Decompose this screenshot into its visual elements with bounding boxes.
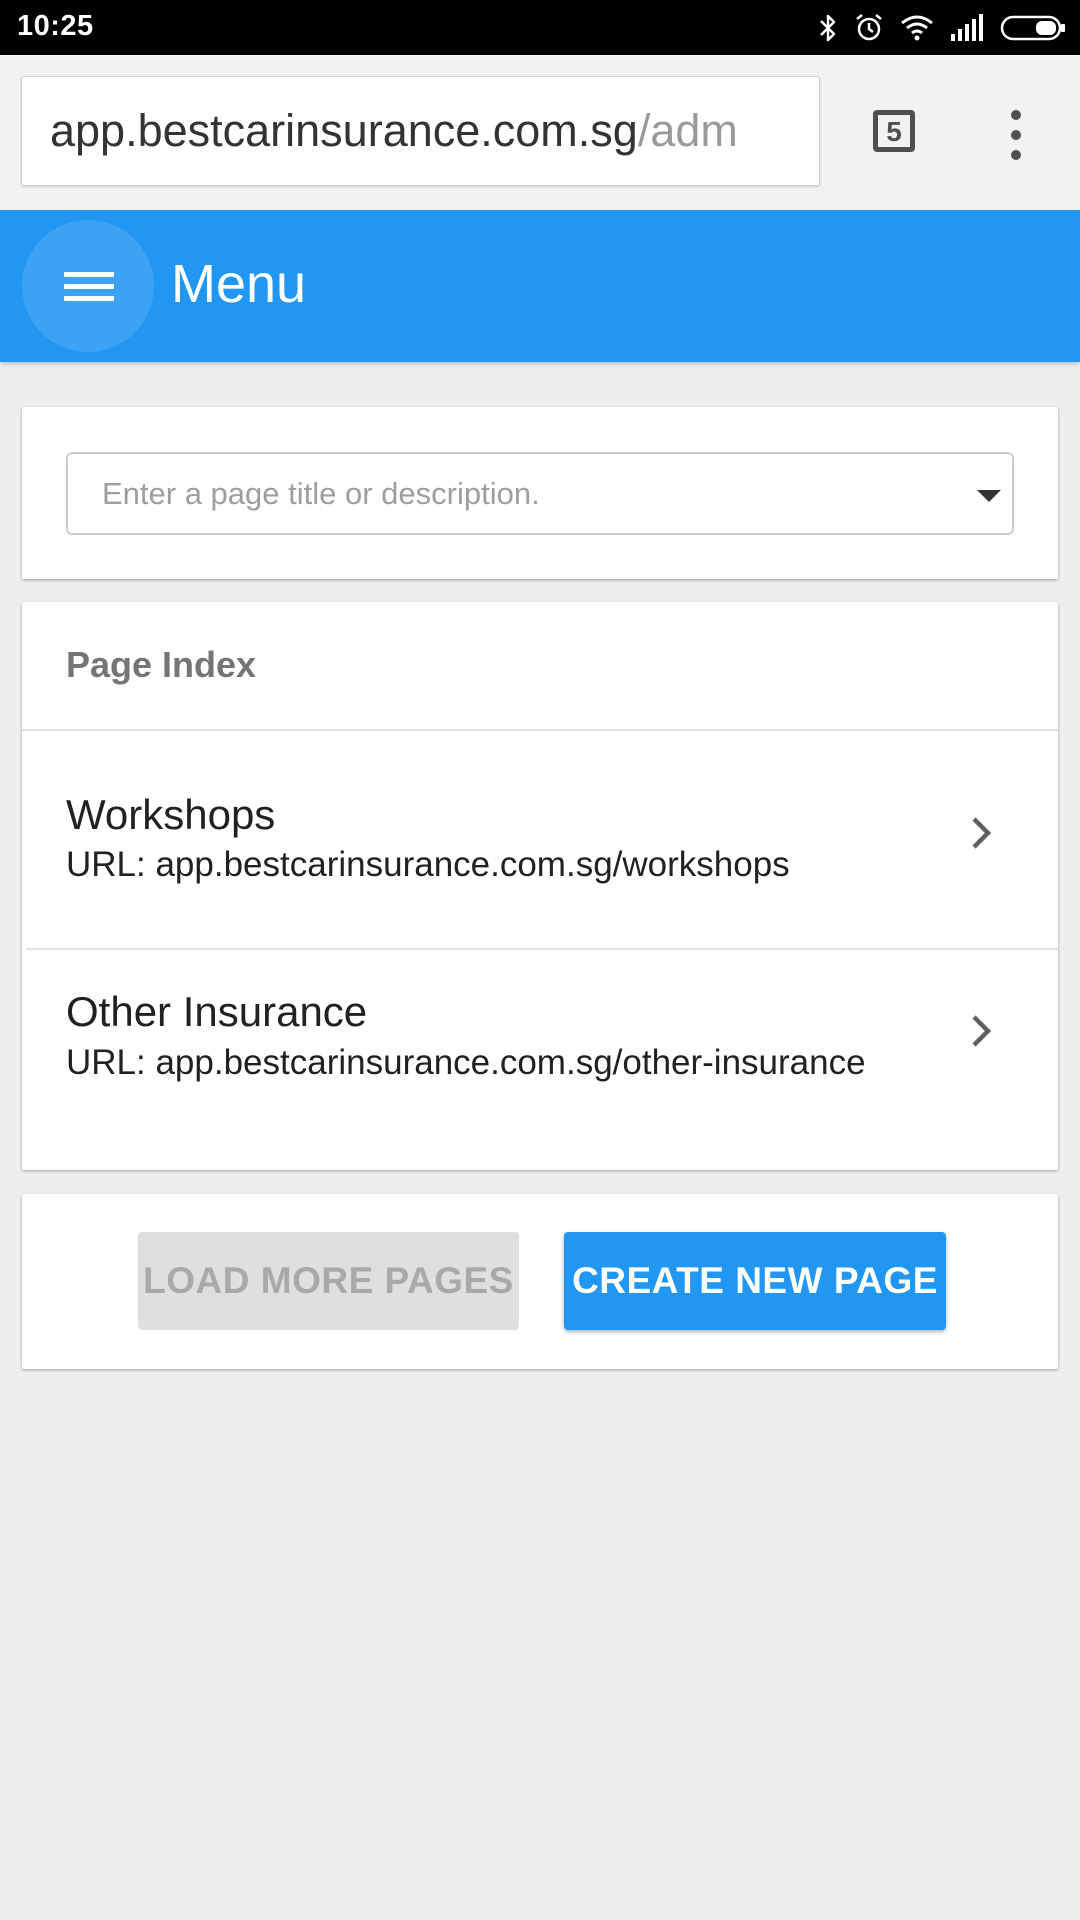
page-title-text: Other Insurance: [66, 988, 368, 1035]
page-title-text: Workshops: [66, 791, 276, 838]
menu-toggle-button[interactable]: [22, 220, 154, 352]
page-title: Menu: [171, 254, 307, 314]
address-bar[interactable]: app.bestcarinsurance.com.sg/adm: [21, 76, 820, 186]
status-time: 10:25: [17, 10, 94, 42]
battery-icon: [1000, 15, 1065, 41]
search-card: [22, 407, 1058, 579]
url-path: /adm: [637, 105, 738, 156]
app-bar: Menu: [0, 210, 1080, 362]
page-index-card: Page Index Workshops URL: app.bestcarins…: [22, 602, 1058, 1170]
caret-down-icon[interactable]: [977, 490, 1001, 502]
tab-switcher-button[interactable]: 5: [873, 110, 915, 152]
page-url-text: URL: app.bestcarinsurance.com.sg/worksho…: [66, 845, 790, 884]
status-bar: 10:25: [0, 0, 1080, 55]
more-options-icon[interactable]: [995, 105, 1037, 165]
browser-toolbar: app.bestcarinsurance.com.sg/adm 5: [0, 55, 1080, 211]
status-icons: [818, 9, 1066, 47]
search-input[interactable]: [68, 454, 948, 533]
hamburger-icon-bar: [64, 284, 114, 289]
signal-icon: [951, 14, 983, 41]
page-search-select[interactable]: [66, 452, 1014, 535]
actions-card: LOAD MORE PAGES CREATE NEW PAGE: [22, 1194, 1058, 1369]
load-more-pages-button[interactable]: LOAD MORE PAGES: [138, 1232, 519, 1330]
chevron-right-icon: [972, 817, 992, 849]
wifi-icon: [901, 15, 933, 41]
list-item[interactable]: Other Insurance URL: app.bestcarinsuranc…: [22, 950, 1058, 1145]
bluetooth-icon: [820, 14, 836, 42]
tab-count: 5: [886, 116, 902, 147]
alarm-icon: [856, 14, 882, 41]
create-new-page-button[interactable]: CREATE NEW PAGE: [564, 1232, 946, 1330]
url-host: app.bestcarinsurance.com.sg: [50, 105, 638, 156]
page-index-header: Page Index: [66, 644, 257, 685]
page-url-text: URL: app.bestcarinsurance.com.sg/other-i…: [66, 1043, 866, 1082]
chevron-right-icon: [972, 1015, 992, 1047]
hamburger-icon: [64, 272, 114, 277]
list-item[interactable]: Workshops URL: app.bestcarinsurance.com.…: [22, 731, 1058, 926]
hamburger-icon-bar: [64, 296, 114, 301]
